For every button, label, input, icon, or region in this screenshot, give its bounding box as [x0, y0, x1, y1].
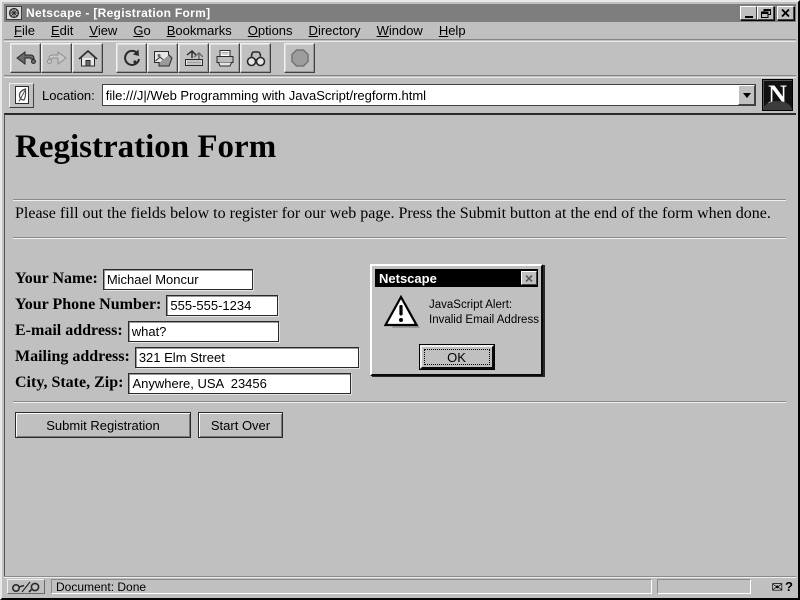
city-state-zip-input[interactable] — [128, 373, 351, 394]
dialog-message-line2: Invalid Email Address — [429, 313, 539, 328]
status-bar: Document: Done ✉ ? — [4, 576, 796, 596]
dialog-title-bar[interactable]: Netscape — [375, 269, 538, 287]
stop-button[interactable] — [284, 43, 315, 73]
location-label: Location: — [42, 88, 95, 103]
mailing-address-label: Mailing address: — [15, 348, 130, 366]
netscape-window: Netscape - [Registration Form] File Edit… — [0, 0, 800, 600]
reload-icon — [122, 48, 142, 68]
mail-status-icon: ? — [785, 579, 793, 594]
location-input[interactable] — [103, 85, 738, 105]
name-label: Your Name: — [15, 270, 98, 288]
warning-icon — [384, 294, 422, 335]
location-bar: Location: N — [4, 77, 796, 113]
minimize-icon — [745, 16, 753, 18]
open-icon — [183, 49, 205, 68]
menu-bar: File Edit View Go Bookmarks Options Dire… — [4, 23, 796, 40]
logo-horizon — [763, 101, 792, 110]
submit-registration-button[interactable]: Submit Registration — [15, 412, 191, 438]
menu-edit[interactable]: Edit — [44, 22, 82, 40]
form-row-mailing: Mailing address: — [15, 346, 359, 368]
back-arrow-icon — [15, 49, 37, 67]
menu-directory[interactable]: Directory — [302, 22, 370, 40]
name-input[interactable] — [103, 269, 253, 290]
reload-button[interactable] — [116, 43, 147, 73]
stop-icon — [290, 48, 310, 68]
images-icon — [152, 49, 174, 68]
page-quill-icon — [13, 85, 31, 105]
city-state-zip-label: City, State, Zip: — [15, 374, 123, 392]
horizontal-rule — [13, 401, 786, 403]
phone-input[interactable] — [166, 295, 278, 316]
intro-text: Please fill out the fields below to regi… — [15, 205, 788, 223]
form-row-city-state-zip: City, State, Zip: — [15, 372, 351, 394]
progress-bar — [657, 579, 751, 594]
menu-help[interactable]: Help — [432, 22, 475, 40]
location-dropdown-button[interactable] — [738, 85, 755, 105]
horizontal-rule — [13, 199, 786, 201]
forward-button[interactable] — [41, 43, 72, 73]
dialog-title: Netscape — [379, 271, 521, 286]
print-icon — [214, 49, 236, 68]
form-row-phone: Your Phone Number: — [15, 294, 278, 316]
dialog-close-icon — [525, 275, 533, 282]
close-icon — [781, 9, 790, 17]
form-row-email: E-mail address: — [15, 320, 279, 342]
javascript-alert-dialog: Netscape JavaScript Alert: Invalid Email… — [370, 264, 543, 376]
page-title: Registration Form — [15, 129, 276, 166]
find-button[interactable] — [240, 43, 271, 73]
netscape-logo[interactable]: N — [762, 79, 793, 111]
menu-go[interactable]: Go — [126, 22, 159, 40]
window-title: Netscape - [Registration Form] — [26, 6, 740, 20]
page-proxy-button[interactable] — [9, 83, 34, 108]
dialog-message: JavaScript Alert: Invalid Email Address — [429, 298, 539, 328]
restore-icon — [761, 9, 771, 18]
dialog-message-line1: JavaScript Alert: — [429, 298, 539, 313]
menu-bookmarks[interactable]: Bookmarks — [160, 22, 241, 40]
ok-button-label: OK — [424, 349, 490, 365]
back-button[interactable] — [10, 43, 41, 73]
menu-file[interactable]: File — [7, 22, 44, 40]
email-input[interactable] — [128, 321, 279, 342]
home-icon — [77, 49, 99, 68]
forward-arrow-icon — [46, 49, 68, 67]
menu-window[interactable]: Window — [370, 22, 432, 40]
mailing-address-input[interactable] — [135, 347, 359, 368]
start-over-button[interactable]: Start Over — [198, 412, 283, 438]
print-button[interactable] — [209, 43, 240, 73]
security-key-icon — [7, 579, 45, 594]
home-button[interactable] — [72, 43, 103, 73]
ok-button[interactable]: OK — [420, 345, 494, 369]
form-row-name: Your Name: — [15, 268, 253, 290]
title-bar[interactable]: Netscape - [Registration Form] — [4, 4, 796, 22]
chevron-down-icon — [743, 93, 751, 102]
email-label: E-mail address: — [15, 322, 123, 340]
location-field — [102, 84, 756, 106]
restore-button[interactable] — [757, 6, 774, 20]
horizontal-rule — [13, 237, 786, 239]
status-message: Document: Done — [51, 579, 652, 594]
images-button[interactable] — [147, 43, 178, 73]
find-icon — [245, 49, 267, 68]
toolbar — [4, 41, 796, 76]
mail-icon[interactable]: ✉ — [771, 580, 783, 594]
phone-label: Your Phone Number: — [15, 296, 161, 314]
menu-options[interactable]: Options — [241, 22, 302, 40]
close-button[interactable] — [777, 6, 794, 20]
dialog-close-button[interactable] — [521, 271, 537, 285]
minimize-button[interactable] — [740, 6, 757, 20]
netscape-app-icon[interactable] — [6, 6, 22, 20]
open-button[interactable] — [178, 43, 209, 73]
menu-view[interactable]: View — [82, 22, 126, 40]
